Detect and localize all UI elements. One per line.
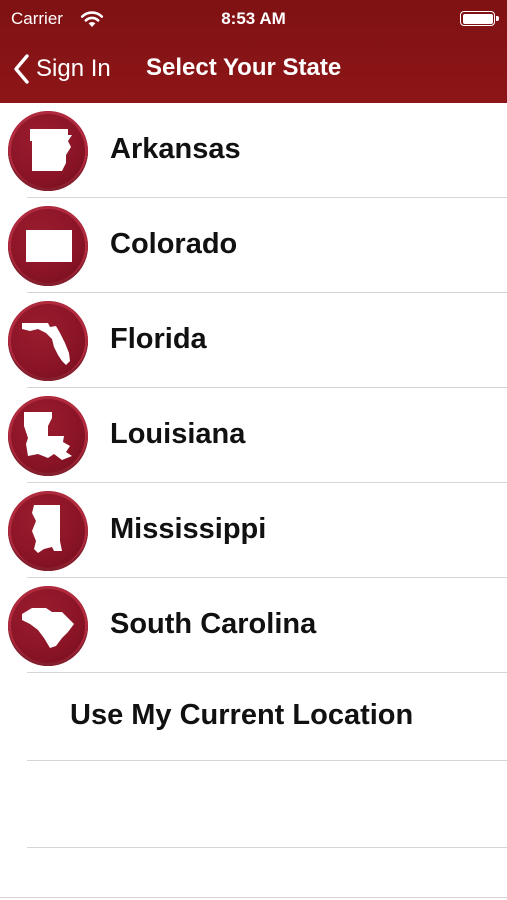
state-row-louisiana[interactable]: Louisiana [0, 388, 507, 483]
nav-bar: Sign In Select Your State [0, 36, 507, 103]
back-button[interactable]: Sign In [12, 50, 111, 88]
empty-row [0, 761, 507, 848]
clock: 8:53 AM [221, 9, 286, 28]
state-row-mississippi[interactable]: Mississippi [0, 483, 507, 578]
state-name: Mississippi [110, 513, 267, 545]
location-label: Use My Current Location [70, 699, 414, 731]
arkansas-icon [8, 111, 88, 191]
battery-icon [460, 11, 499, 26]
state-row-arkansas[interactable]: Arkansas [0, 103, 507, 198]
state-row-south-carolina[interactable]: South Carolina [0, 578, 507, 673]
row-divider [0, 897, 507, 898]
page-title: Select Your State [146, 54, 342, 81]
state-name: Louisiana [110, 418, 246, 450]
chevron-left-icon [14, 54, 29, 84]
state-name: Florida [110, 323, 207, 355]
back-label: Sign In [36, 55, 111, 82]
colorado-icon [8, 206, 88, 286]
state-list: Arkansas Colorado Florida Louisiana Miss… [0, 103, 507, 848]
south-carolina-icon [8, 586, 88, 666]
state-name: South Carolina [110, 608, 317, 640]
navigation-header: Carrier 8:53 AM Sign In Select Your Stat… [0, 0, 507, 103]
florida-icon [8, 301, 88, 381]
row-divider [27, 847, 507, 848]
state-name: Colorado [110, 228, 238, 260]
select-state-screen: Carrier 8:53 AM Sign In Select Your Stat… [0, 0, 507, 900]
mississippi-icon [8, 491, 88, 571]
louisiana-icon [8, 396, 88, 476]
status-bar: Carrier 8:53 AM [0, 0, 507, 36]
state-row-florida[interactable]: Florida [0, 293, 507, 388]
use-current-location-button[interactable]: Use My Current Location [0, 673, 507, 761]
state-name: Arkansas [110, 133, 241, 165]
state-row-colorado[interactable]: Colorado [0, 198, 507, 293]
